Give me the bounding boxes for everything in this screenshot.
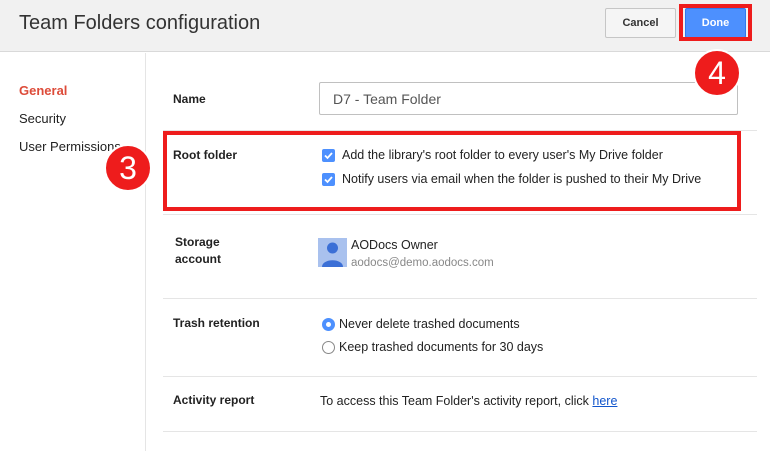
sidebar-item-user-permissions[interactable]: User Permissions	[19, 139, 121, 154]
divider	[163, 214, 757, 215]
step-4-badge: 4	[693, 49, 741, 97]
root-folder-highlight-box	[163, 131, 741, 211]
dialog-header: Team Folders configuration Cancel Done	[0, 0, 770, 52]
cancel-button[interactable]: Cancel	[605, 8, 676, 38]
sidebar-nav: General Security User Permissions	[0, 53, 146, 451]
done-button-highlight-box	[679, 4, 752, 41]
step-3-badge: 3	[104, 144, 152, 192]
sidebar-item-general[interactable]: General	[19, 83, 67, 98]
never-delete-label: Never delete trashed documents	[339, 317, 520, 331]
divider	[163, 431, 757, 432]
keep-30-days-radio[interactable]	[322, 340, 335, 354]
activity-report-label: Activity report	[173, 393, 255, 407]
sidebar-item-security[interactable]: Security	[19, 111, 66, 126]
storage-account-label: Storage account	[175, 235, 222, 266]
owner-email: aodocs@demo.aodocs.com	[351, 257, 494, 269]
owner-name: AODocs Owner	[351, 238, 438, 252]
activity-report-link[interactable]: here	[592, 394, 617, 408]
person-icon	[322, 242, 343, 267]
name-input[interactable]	[319, 82, 738, 115]
trash-retention-label: Trash retention	[173, 316, 260, 330]
page-title: Team Folders configuration	[19, 12, 261, 34]
avatar	[318, 238, 347, 267]
name-label: Name	[173, 92, 206, 106]
trash-option-30-days: Keep trashed documents for 30 days	[322, 340, 543, 354]
trash-option-never: Never delete trashed documents	[322, 317, 520, 331]
activity-report-text: To access this Team Folder's activity re…	[320, 394, 618, 408]
divider	[163, 298, 757, 299]
never-delete-radio[interactable]	[322, 317, 335, 331]
divider	[163, 376, 757, 377]
keep-30-days-label: Keep trashed documents for 30 days	[339, 340, 544, 354]
